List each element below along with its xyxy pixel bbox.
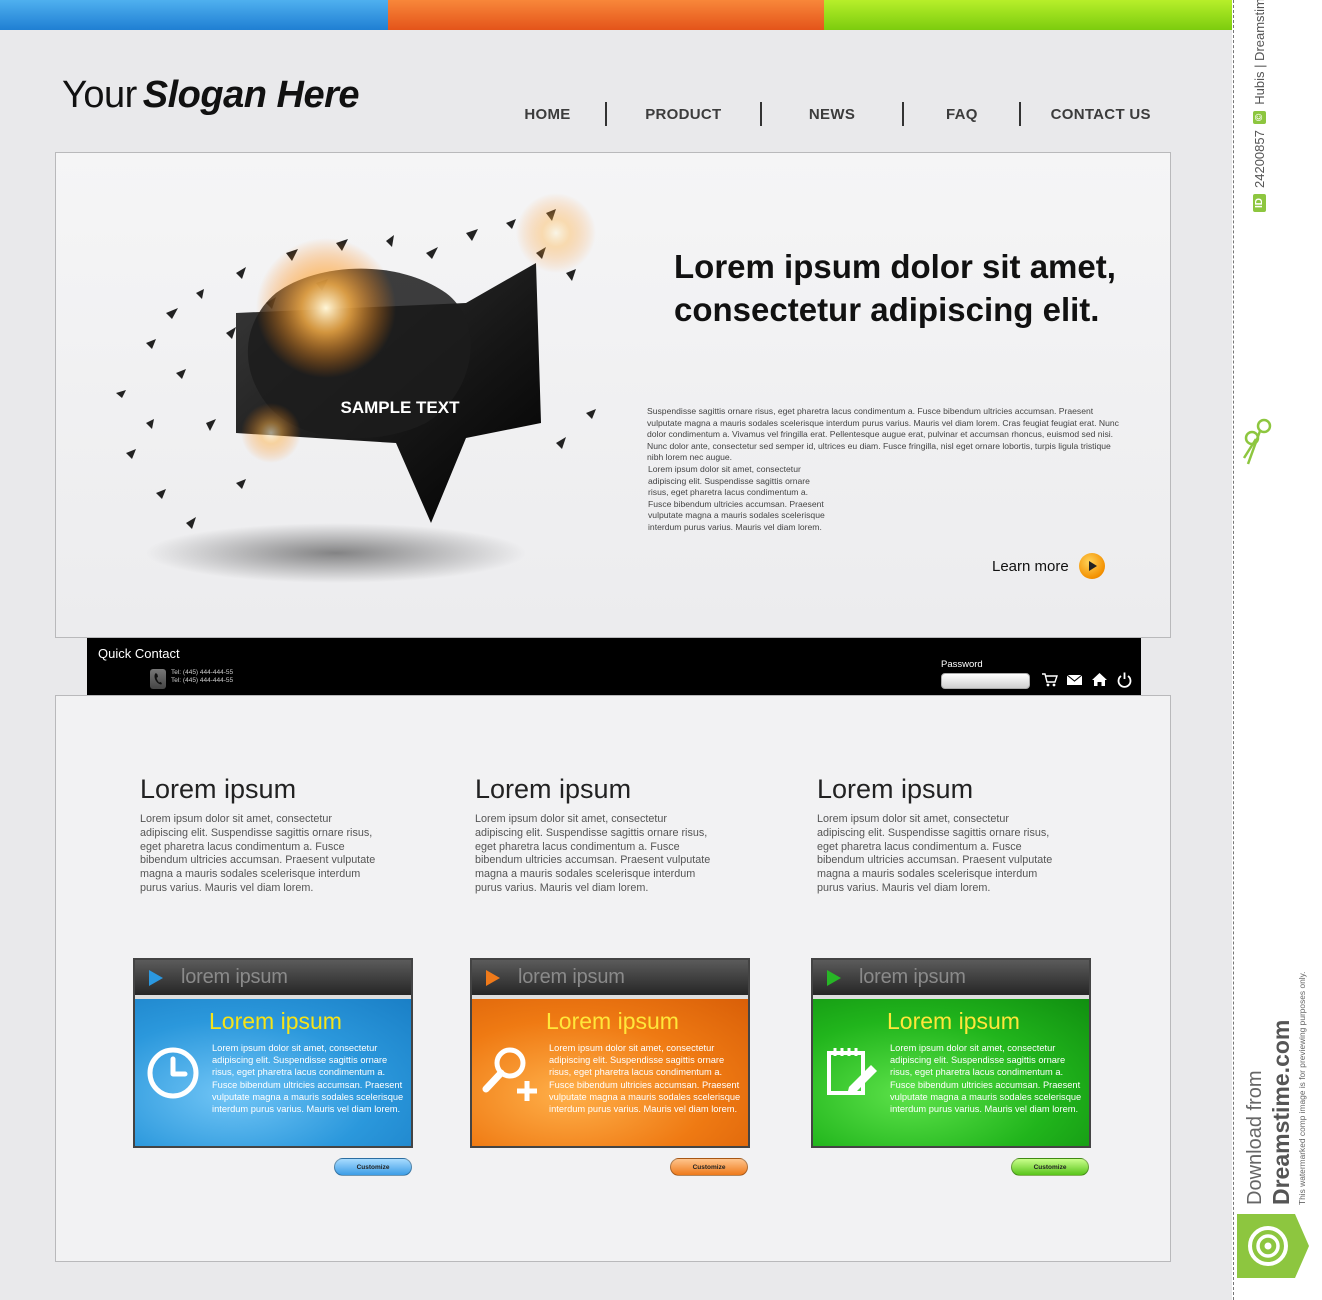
dreamstime-logo-icon	[1237, 1214, 1309, 1278]
feature-column: Lorem ipsum Lorem ipsum dolor sit amet, …	[140, 774, 380, 896]
slogan-bold: Slogan Here	[142, 74, 360, 116]
id-number: 24200857	[1252, 130, 1267, 188]
customize-button[interactable]: Customize	[334, 1158, 412, 1176]
quick-contact-tel: Tel: (445) 444-444-55 Tel: (445) 444-444…	[171, 669, 233, 685]
strip-orange	[388, 0, 824, 30]
customize-button[interactable]: Customize	[670, 1158, 748, 1176]
learn-more-label: Learn more	[992, 557, 1069, 575]
tel-line-1: Tel: (445) 444-444-55	[171, 669, 234, 676]
quick-contact-title: Quick Contact	[98, 646, 180, 661]
download-line: Download from	[1244, 1070, 1266, 1205]
box-header-label: lorem ipsum	[859, 966, 966, 988]
column-text: Lorem ipsum dolor sit amet, consectetur …	[475, 813, 711, 894]
strip-blue	[0, 0, 388, 30]
password-label: Password	[941, 659, 983, 670]
learn-more-button[interactable]: Learn more	[992, 553, 1105, 579]
play-arrow-icon	[827, 969, 841, 986]
credit-text: Hubis | Dreamstime.com	[1252, 0, 1267, 105]
nav-faq[interactable]: FAQ	[904, 106, 1019, 123]
column-text: Lorem ipsum dolor sit amet, consectetur …	[140, 813, 376, 894]
nav-home[interactable]: HOME	[490, 106, 605, 123]
nav-contact-us[interactable]: CONTACT US	[1021, 106, 1180, 123]
column-text: Lorem ipsum dolor sit amet, consectetur …	[817, 813, 1053, 894]
hero-banner: SAMPLE TEXT Lorem ipsum dolor sit amet, …	[55, 152, 1171, 638]
play-arrow-icon	[149, 969, 163, 986]
box-body: Lorem ipsum Lorem ipsum dolor sit amet, …	[813, 999, 1089, 1146]
box-text: Lorem ipsum dolor sit amet, consectetur …	[890, 1043, 1082, 1115]
box-body: Lorem ipsum Lorem ipsum dolor sit amet, …	[472, 999, 748, 1146]
nav-product[interactable]: PRODUCT	[607, 106, 760, 123]
box-header: lorem ipsum	[472, 960, 748, 995]
power-icon[interactable]	[1115, 670, 1134, 689]
notepad-edit-icon	[827, 1048, 877, 1095]
brand-line: Dreamstime.com	[1268, 1019, 1294, 1205]
hero-title: Lorem ipsum dolor sit amet, consectetur …	[674, 245, 1154, 331]
feature-box-blue: lorem ipsum Lorem ipsum Lorem ipsum dolo…	[133, 958, 413, 1148]
slogan-plain: Your	[62, 74, 137, 116]
box-text: Lorem ipsum dolor sit amet, consectetur …	[549, 1043, 741, 1115]
page-canvas: Your Slogan Here HOME PRODUCT NEWS FAQ CO…	[0, 0, 1232, 1300]
watermark-note: This watermarked comp image is for previ…	[1297, 971, 1307, 1205]
mail-icon[interactable]	[1065, 670, 1084, 689]
tel-line-2: Tel: (445) 444-444-55	[171, 677, 234, 684]
box-header-label: lorem ipsum	[181, 966, 288, 988]
hero-speech-bubble-art: SAMPLE TEXT	[116, 193, 596, 583]
column-title: Lorem ipsum	[817, 774, 974, 804]
quick-icons	[1040, 670, 1134, 689]
id-tag: ID	[1253, 194, 1266, 212]
feature-column: Lorem ipsum Lorem ipsum dolor sit amet, …	[817, 774, 1057, 896]
box-title: Lorem ipsum	[546, 1008, 679, 1034]
feature-box-green: lorem ipsum Lorem ipsum Lorem ipsum dolo…	[811, 958, 1091, 1148]
column-title: Lorem ipsum	[140, 774, 297, 804]
column-title: Lorem ipsum	[475, 774, 632, 804]
phone-icon	[150, 669, 166, 689]
zoom-in-icon	[482, 1047, 537, 1101]
hero-title-line2: consectetur adipiscing elit.	[674, 291, 1100, 328]
image-credit: ID 24200857 © Hubis | Dreamstime.com	[1252, 0, 1267, 212]
scissors-icon	[1242, 418, 1272, 465]
play-arrow-icon	[486, 969, 500, 986]
box-title: Lorem ipsum	[209, 1008, 342, 1034]
hero-title-line1: Lorem ipsum dolor sit amet,	[674, 248, 1116, 285]
hero-art-label: SAMPLE TEXT	[340, 398, 460, 417]
box-header: lorem ipsum	[813, 960, 1089, 995]
cart-icon[interactable]	[1040, 670, 1059, 689]
customize-button[interactable]: Customize	[1011, 1158, 1089, 1176]
strip-green	[824, 0, 1232, 30]
copyright-icon: ©	[1253, 110, 1266, 125]
box-title: Lorem ipsum	[887, 1008, 1020, 1034]
home-icon[interactable]	[1090, 670, 1109, 689]
play-arrow-icon	[1078, 553, 1105, 579]
site-slogan[interactable]: Your Slogan Here	[62, 74, 360, 117]
feature-box-orange: lorem ipsum Lorem ipsum Lorem ipsum dolo…	[470, 958, 750, 1148]
content-section: Lorem ipsum Lorem ipsum dolor sit amet, …	[55, 695, 1171, 1262]
box-header-label: lorem ipsum	[518, 966, 625, 988]
box-header: lorem ipsum	[135, 960, 411, 995]
hero-paragraph-1: Suspendisse sagittis ornare risus, eget …	[647, 406, 1119, 462]
password-input[interactable]	[941, 673, 1030, 689]
feature-column: Lorem ipsum Lorem ipsum dolor sit amet, …	[475, 774, 715, 896]
quick-contact-bar: Quick Contact Tel: (445) 444-444-55 Tel:…	[87, 638, 1141, 695]
clock-icon	[147, 1047, 199, 1099]
hero-paragraph-2: Lorem ipsum dolor sit amet, consectetur …	[648, 464, 825, 532]
main-nav: HOME PRODUCT NEWS FAQ CONTACT US	[490, 100, 1180, 128]
top-color-strip	[0, 0, 1232, 30]
box-text: Lorem ipsum dolor sit amet, consectetur …	[212, 1043, 404, 1115]
box-body: Lorem ipsum Lorem ipsum dolor sit amet, …	[135, 999, 411, 1146]
cut-line	[1233, 0, 1234, 1300]
nav-news[interactable]: NEWS	[762, 106, 903, 123]
